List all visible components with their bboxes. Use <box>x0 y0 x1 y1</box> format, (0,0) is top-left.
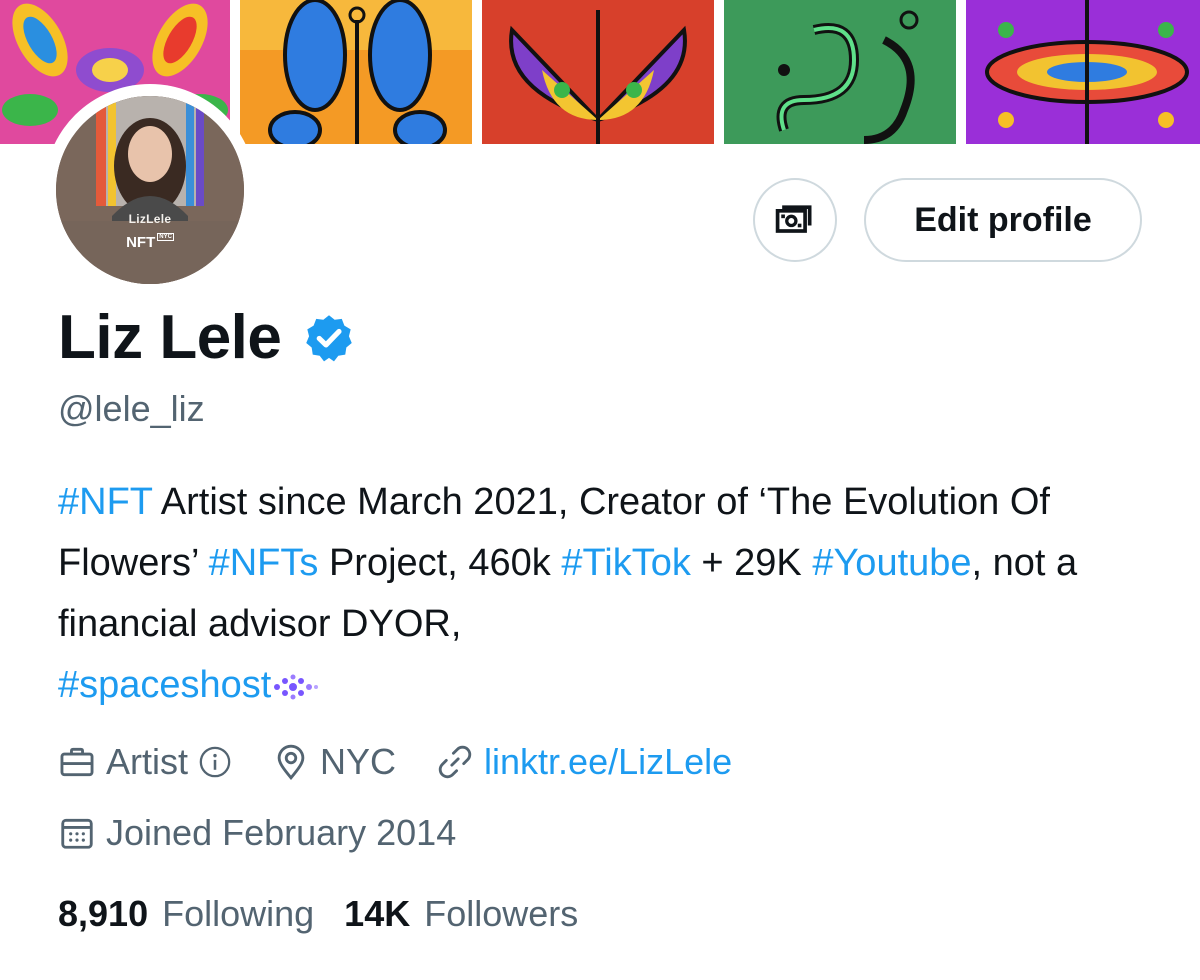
website-link[interactable]: linktr.ee/LizLele <box>484 741 732 783</box>
joined-label: Joined February 2014 <box>106 812 457 853</box>
avatar-overlay-badge: NFT NYC <box>56 233 244 251</box>
banner-artwork-3 <box>482 0 714 144</box>
following-label: Following <box>162 893 315 934</box>
money-icon <box>775 205 812 233</box>
banner-artwork-4 <box>724 0 956 144</box>
edit-profile-button[interactable]: Edit profile <box>864 178 1142 262</box>
followers-label: Followers <box>424 893 579 934</box>
calendar-icon <box>61 818 93 849</box>
avatar[interactable]: LizLele NFT NYC <box>56 96 244 284</box>
avatar-badge-sup: NYC <box>157 233 174 241</box>
following-link[interactable]: 8,910 Following <box>58 893 314 935</box>
banner-artwork-5 <box>966 0 1200 144</box>
link-icon <box>438 745 472 779</box>
location-label: NYC <box>320 741 397 782</box>
verified-badge-icon[interactable] <box>303 312 355 364</box>
info-icon[interactable] <box>198 745 232 779</box>
website[interactable]: linktr.ee/LizLele <box>436 741 732 783</box>
display-name: Liz Lele <box>58 303 282 372</box>
profession-label: Artist <box>106 741 189 782</box>
joined-date: Joined February 2014 <box>58 812 456 854</box>
joined-row: Joined February 2014 <box>58 812 496 854</box>
follow-stats: 8,910 Following 14K Followers <box>58 893 608 935</box>
followers-link[interactable]: 14K Followers <box>344 893 578 935</box>
location: NYC <box>272 741 396 783</box>
followers-count: 14K <box>344 893 411 934</box>
bio-text: + 29K <box>690 542 813 584</box>
avatar-badge-text: NFT <box>126 234 156 251</box>
profile-meta-row: Artist NYC linktr.ee/LizLele <box>58 741 772 783</box>
tip-button[interactable] <box>753 178 837 262</box>
spaces-dots-icon <box>274 674 319 700</box>
avatar-photo <box>56 96 244 284</box>
profile-handle: @lele_liz <box>58 388 205 429</box>
avatar-overlay-name: LizLele <box>128 212 172 226</box>
hashtag-link[interactable]: #Youtube <box>812 542 971 584</box>
bio-text: Project, 460k <box>318 542 562 584</box>
hashtag-link[interactable]: #spaceshost <box>58 664 271 706</box>
hashtag-link[interactable]: #TikTok <box>561 542 691 584</box>
profile-bio: #NFT Artist since March 2021, Creator of… <box>58 472 1158 716</box>
location-pin-icon <box>277 744 305 781</box>
briefcase-icon <box>60 747 94 777</box>
following-count: 8,910 <box>58 893 149 934</box>
hashtag-link[interactable]: #NFT <box>58 481 152 523</box>
hashtag-link[interactable]: #NFTs <box>209 542 319 584</box>
profession: Artist <box>58 741 232 783</box>
banner-artwork-2 <box>240 0 472 144</box>
